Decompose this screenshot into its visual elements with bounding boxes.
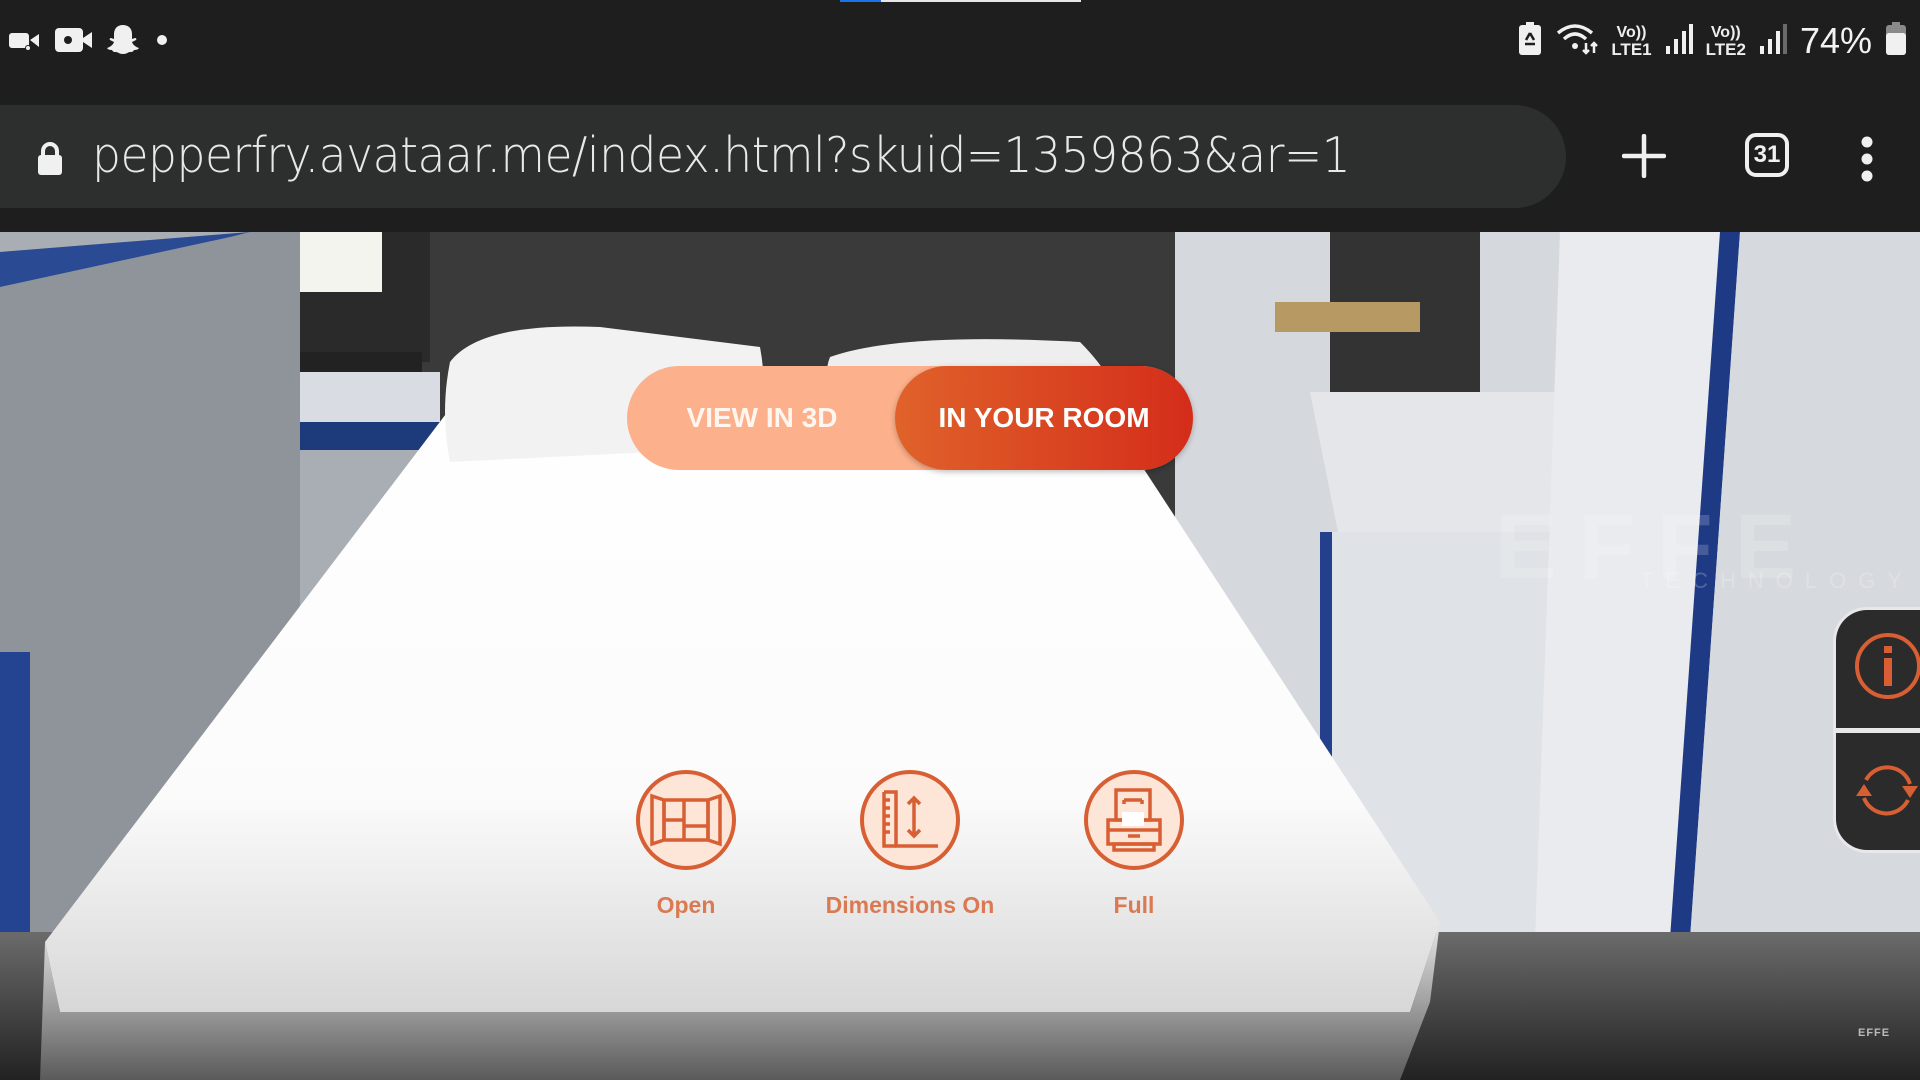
notification-dot-icon <box>152 30 172 55</box>
full-tool-label: Full <box>1113 892 1155 918</box>
camera-scene <box>0 232 1920 1080</box>
signal-sim2-icon <box>1758 22 1788 61</box>
status-bar: Vo)) LTE1 Vo)) LTE2 74% <box>0 0 1920 100</box>
new-tab-button[interactable] <box>1621 133 1667 183</box>
lock-icon[interactable] <box>36 141 64 182</box>
view-mode-toggle[interactable]: VIEW IN 3D IN YOUR ROOM <box>627 366 1193 470</box>
more-vert-icon[interactable] <box>1860 136 1874 187</box>
volte-sim1-label: LTE1 <box>1611 40 1652 59</box>
address-bar[interactable]: pepperfry.avataar.me/index.html?skuid=13… <box>0 105 1566 208</box>
signal-sim1-icon <box>1664 22 1694 61</box>
snapchat-icon <box>106 23 140 62</box>
rotate-icon[interactable] <box>1846 750 1920 835</box>
battery-icon <box>1884 21 1908 62</box>
open-tool-label: Open <box>656 892 716 918</box>
volte-sim2-label: LTE2 <box>1705 40 1746 59</box>
tab-switcher-button[interactable]: 31 <box>1745 133 1789 177</box>
page-load-progress-fill <box>840 0 881 2</box>
wifi-icon <box>1555 21 1599 62</box>
ruler-dimensions-icon[interactable] <box>860 770 960 870</box>
info-icon[interactable] <box>1852 630 1920 707</box>
drawer-full-icon[interactable] <box>1084 770 1184 870</box>
panel-divider <box>1836 728 1920 733</box>
volte-sim1-top: Vo)) <box>1616 24 1647 41</box>
corner-logo: EFFE <box>1858 1027 1891 1039</box>
in-your-room-button[interactable]: IN YOUR ROOM <box>895 366 1193 470</box>
wardrobe-open-icon[interactable] <box>636 770 736 870</box>
side-control-panel <box>1833 607 1920 853</box>
watermark-tagline: TECHNOLOGY <box>1640 568 1915 593</box>
dimensions-tool-button[interactable]: Dimensions On <box>810 770 1010 919</box>
browser-toolbar: pepperfry.avataar.me/index.html?skuid=13… <box>0 100 1920 232</box>
page-load-progress <box>840 0 1081 2</box>
volte-sim2-top: Vo)) <box>1710 24 1741 41</box>
view-in-3d-label: VIEW IN 3D <box>686 402 838 433</box>
dimensions-tool-label: Dimensions On <box>825 892 995 918</box>
video-call-icon <box>8 28 42 57</box>
full-tool-button[interactable]: Full <box>1034 770 1234 919</box>
url-text[interactable]: pepperfry.avataar.me/index.html?skuid=13… <box>92 127 1351 184</box>
screen-record-icon <box>54 25 94 60</box>
ar-camera-view[interactable]: EFFE TECHNOLOGY VIEW IN 3D IN YOUR ROOM … <box>0 232 1920 1080</box>
volte-sim1-icon: Vo)) LTE1 <box>1611 24 1651 58</box>
battery-percentage: 74% <box>1799 20 1872 61</box>
open-tool-button[interactable]: Open <box>586 770 786 919</box>
volte-sim2-icon: Vo)) LTE2 <box>1706 24 1746 58</box>
battery-saver-icon <box>1517 21 1543 62</box>
